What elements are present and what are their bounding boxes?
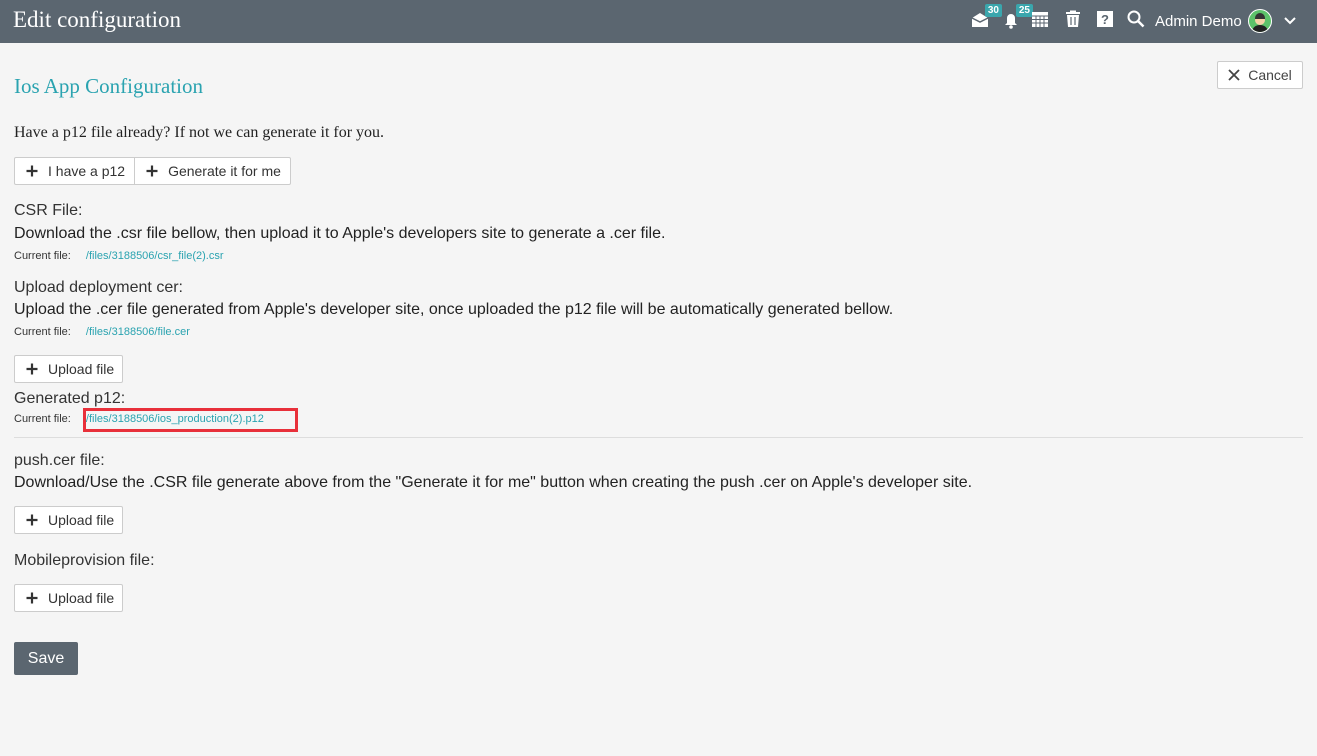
upload-label: Upload file — [48, 512, 115, 528]
generated-label: Generated p12: — [14, 390, 126, 407]
svg-text:?: ? — [1101, 12, 1109, 27]
top-bar: Edit configuration 30 25 ? Admin Demo — [0, 0, 1317, 43]
push-description: Download/Use the .CSR file generate abov… — [14, 474, 973, 491]
have-p12-button[interactable]: I have a p12 — [15, 158, 134, 184]
search-icon[interactable] — [1127, 10, 1149, 32]
plus-icon — [26, 363, 38, 375]
plus-icon — [146, 165, 158, 177]
save-button[interactable]: Save — [14, 642, 78, 675]
upload-mobileprovision-button[interactable]: Upload file — [14, 584, 123, 612]
deployment-label: Upload deployment cer: — [14, 279, 183, 296]
upload-label: Upload file — [48, 590, 115, 606]
cancel-button[interactable]: Cancel — [1217, 61, 1303, 89]
upload-label: Upload file — [48, 361, 115, 377]
plus-icon — [26, 592, 38, 604]
push-label: push.cer file: — [14, 452, 105, 469]
deployment-current-file: Current file: /files/3188506/file.cer — [14, 326, 190, 338]
current-file-label: Current file: — [14, 326, 71, 338]
plus-icon — [26, 514, 38, 526]
chevron-down-icon[interactable] — [1283, 14, 1297, 28]
calendar-icon[interactable] — [1031, 10, 1053, 32]
highlight-box — [83, 408, 298, 432]
generate-p12-label: Generate it for me — [168, 163, 281, 179]
p12-question: Have a p12 file already? If not we can g… — [14, 124, 385, 141]
divider — [14, 437, 1303, 438]
csr-file-link[interactable]: /files/3188506/csr_file(2).csr — [86, 250, 224, 262]
messages-badge: 30 — [984, 4, 1002, 17]
plus-icon — [26, 165, 38, 177]
deployment-file-link[interactable]: /files/3188506/file.cer — [86, 326, 190, 338]
close-icon — [1228, 69, 1240, 81]
user-name[interactable]: Admin Demo — [1155, 13, 1242, 30]
avatar[interactable] — [1248, 9, 1272, 33]
inbox-icon[interactable]: 30 — [970, 4, 1002, 32]
csr-label: CSR File: — [14, 202, 83, 219]
csr-description: Download the .csr file bellow, then uplo… — [14, 225, 666, 242]
p12-option-group: I have a p12 Generate it for me — [14, 157, 291, 185]
csr-current-file: Current file: /files/3188506/csr_file(2)… — [14, 250, 223, 262]
cancel-label: Cancel — [1248, 67, 1292, 83]
generate-p12-button[interactable]: Generate it for me — [134, 158, 290, 184]
upload-push-button[interactable]: Upload file — [14, 506, 123, 534]
trash-icon[interactable] — [1064, 10, 1086, 32]
bell-icon[interactable]: 25 — [1001, 4, 1033, 32]
current-file-label: Current file: — [14, 413, 71, 425]
mobileprovision-label: Mobileprovision file: — [14, 552, 155, 569]
page-title: Ios App Configuration — [14, 74, 203, 98]
upload-deployment-button[interactable]: Upload file — [14, 355, 123, 383]
help-icon[interactable]: ? — [1096, 10, 1118, 32]
header-title: Edit configuration — [13, 7, 181, 32]
current-file-label: Current file: — [14, 250, 71, 262]
have-p12-label: I have a p12 — [48, 163, 126, 179]
deployment-description: Upload the .cer file generated from Appl… — [14, 301, 894, 318]
